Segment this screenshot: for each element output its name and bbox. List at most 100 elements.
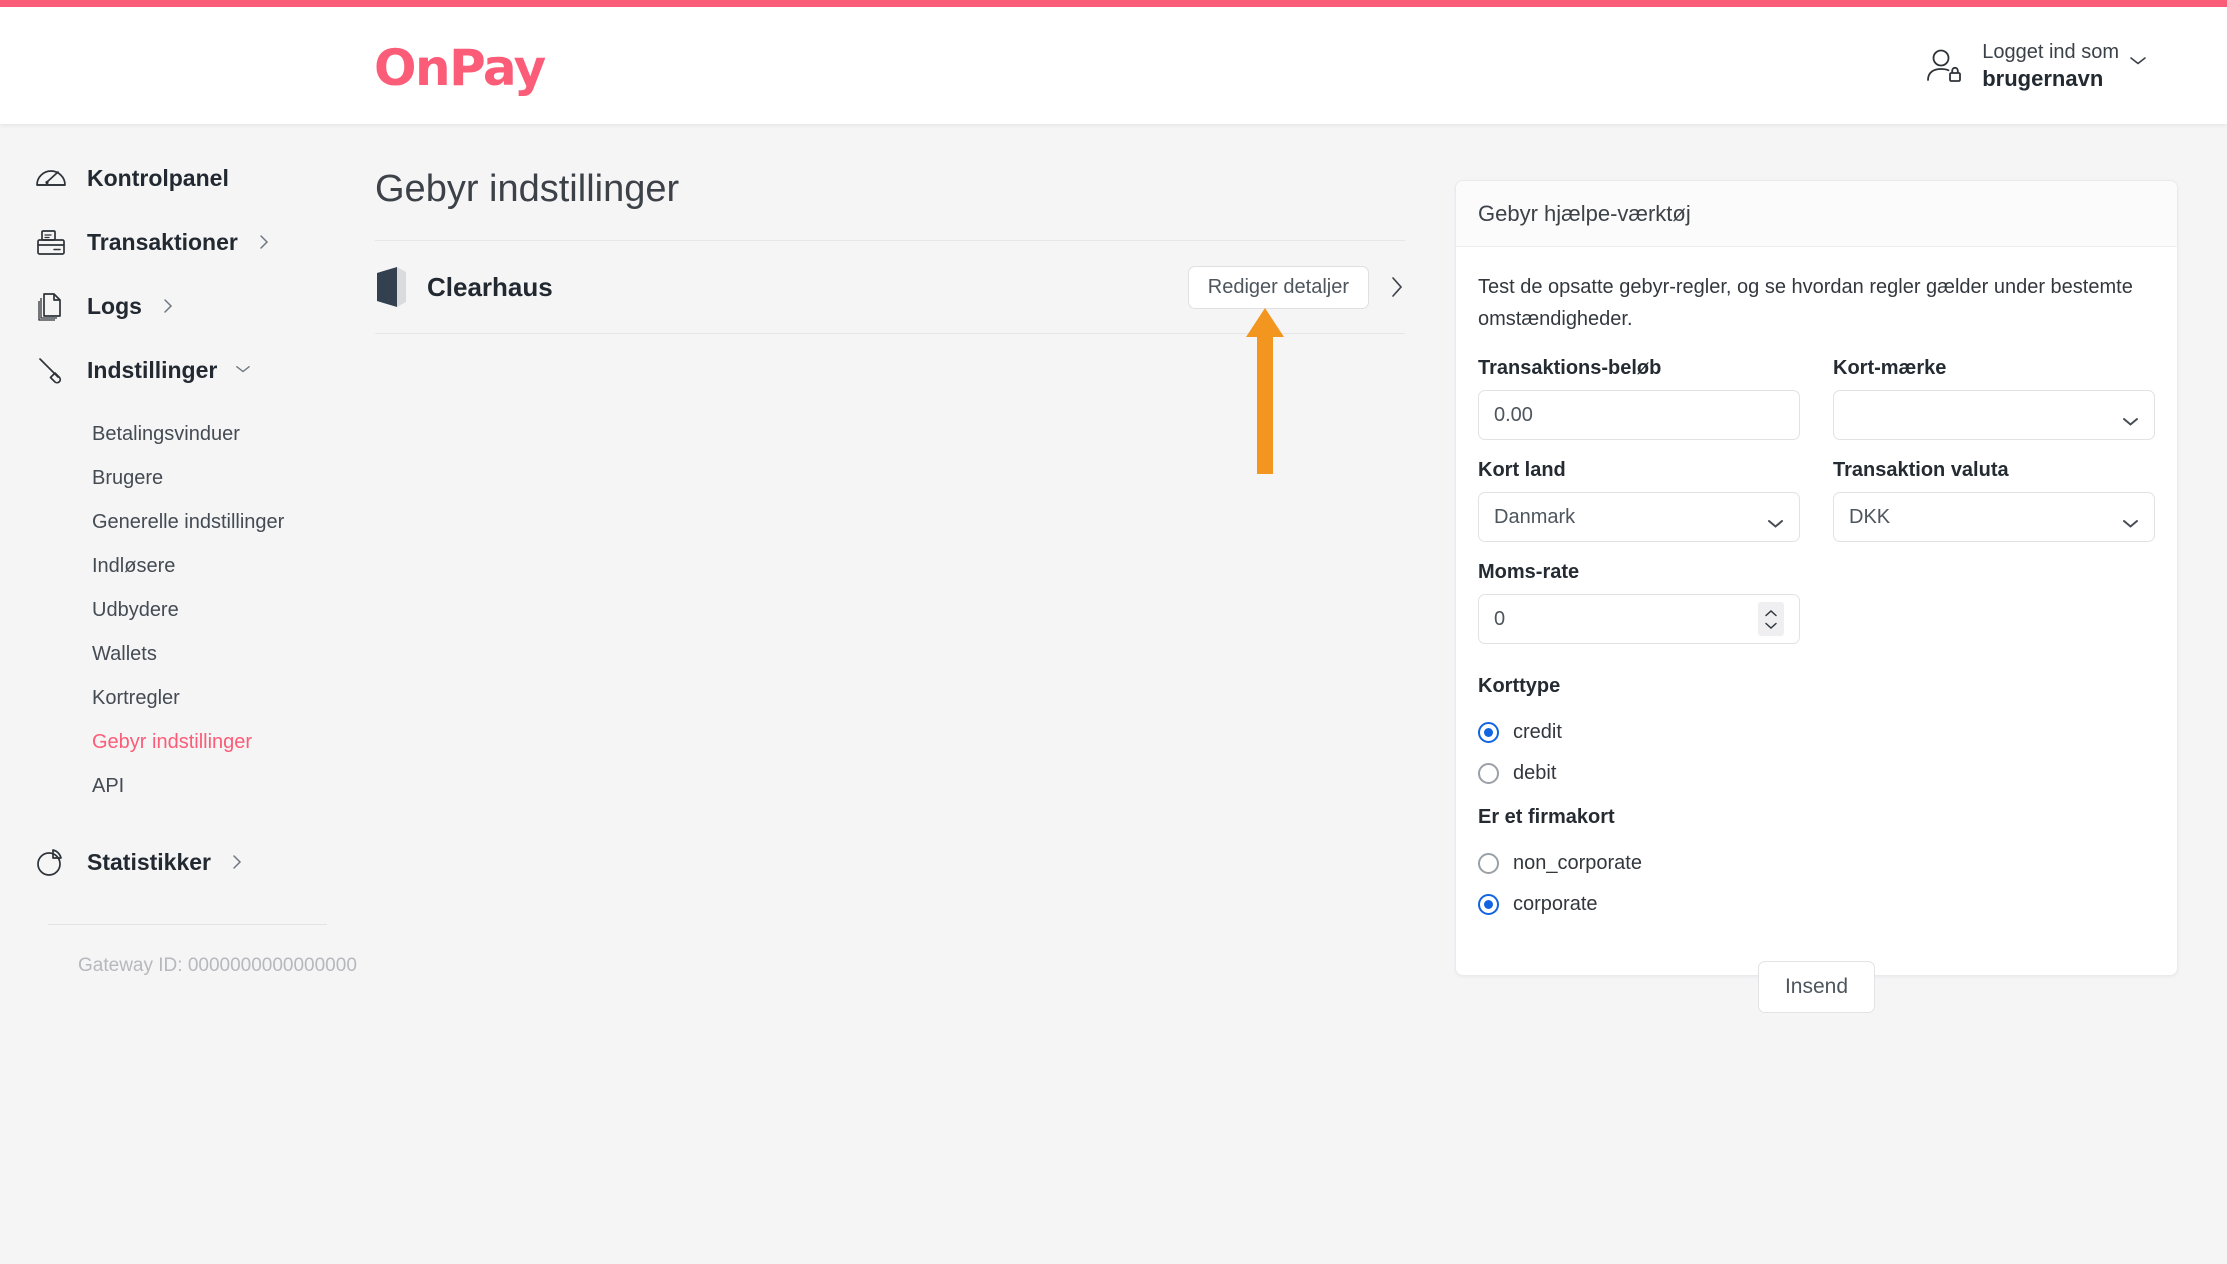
radio-label: debit — [1513, 762, 1557, 784]
sidebar-item-label: Indstillinger — [87, 356, 218, 383]
sidebar-item-label: Logs — [87, 292, 142, 319]
fee-helper-panel: Gebyr hjælpe-værktøj Test de opsatte geb… — [1455, 180, 2178, 1013]
account-username: brugernavn — [1982, 66, 2104, 91]
account-label-row: Logget ind som — [1982, 39, 2147, 65]
sidebar-item-logs[interactable]: Logs — [0, 274, 375, 338]
corporate-group-label: Er et firmakort — [1478, 806, 1615, 828]
vat-rate-value: 0 — [1494, 607, 1506, 630]
sidebar-item-betalingsvinduer[interactable]: Betalingsvinduer — [0, 412, 375, 456]
field-label: Kort land — [1478, 459, 1566, 481]
acquirer-name: Clearhaus — [427, 271, 553, 302]
field-kort-land: Kort land Danmark — [1478, 459, 1800, 542]
sidebar-sub-spacer — [0, 402, 375, 412]
sidebar-subitem-label: Brugere — [92, 466, 164, 489]
vat-rate-stepper[interactable]: 0 — [1478, 594, 1800, 644]
acquirer-divider — [375, 333, 1405, 334]
sidebar-subitem-label: Udbydere — [92, 598, 179, 621]
sidebar-item-kontrolpanel[interactable]: Kontrolpanel — [0, 146, 375, 210]
gauge-icon — [33, 160, 69, 196]
onpay-logo[interactable]: OnPay — [374, 39, 546, 97]
transaction-amount-input[interactable] — [1478, 390, 1800, 440]
panel-title: Gebyr hjælpe-værktøj — [1456, 181, 2177, 247]
submit-row: Insend — [1478, 961, 2155, 1013]
sidebar-subitem-label: Gebyr indstillinger — [92, 730, 253, 753]
account-menu[interactable]: Logget ind som brugernavn — [1924, 39, 2147, 94]
main-content: Gebyr indstillinger Clearhaus Rediger de… — [375, 124, 2227, 1264]
radio-corporate[interactable]: corporate — [1478, 884, 2155, 925]
sidebar-item-statistikker[interactable]: Statistikker — [0, 830, 375, 894]
chevron-down-icon — [1767, 512, 1784, 528]
chevron-down-icon[interactable] — [235, 361, 251, 379]
radio-label: credit — [1513, 721, 1562, 743]
sidebar-subitem-label: Wallets — [92, 642, 157, 665]
radio-credit[interactable]: credit — [1478, 712, 2155, 753]
radio-button-icon[interactable] — [1478, 894, 1499, 915]
account-label: Logget ind som — [1982, 41, 2119, 63]
sidebar-item-transaktioner[interactable]: Transaktioner — [0, 210, 375, 274]
chevron-down-icon — [2122, 512, 2139, 528]
submit-button[interactable]: Insend — [1757, 961, 1876, 1013]
card-country-value: Danmark — [1494, 505, 1576, 528]
documents-icon — [33, 288, 69, 324]
cash-register-icon — [33, 224, 69, 260]
sidebar-item-brugere[interactable]: Brugere — [0, 456, 375, 500]
account-text: Logget ind som brugernavn — [1982, 39, 2147, 94]
sidebar-item-udbydere[interactable]: Udbydere — [0, 588, 375, 632]
sidebar-top-spacer — [0, 124, 375, 146]
app-header: OnPay Logget ind som brugernavn — [0, 7, 2227, 124]
radio-button-icon[interactable] — [1478, 722, 1499, 743]
sidebar-item-kortregler[interactable]: Kortregler — [0, 676, 375, 720]
radio-button-icon[interactable] — [1478, 763, 1499, 784]
sidebar-subitem-label: Generelle indstillinger — [92, 510, 285, 533]
field-label: Transaktions-beløb — [1478, 357, 1662, 379]
sidebar-item-generelle-indstillinger[interactable]: Generelle indstillinger — [0, 500, 375, 544]
brand-accent-bar — [0, 0, 2227, 7]
chevron-right-icon[interactable] — [160, 297, 176, 315]
app-root: OnPay Logget ind som brugernavn Kontrolp… — [0, 0, 2227, 1264]
gateway-id: Gateway ID: 0000000000000000 — [78, 955, 357, 976]
acquirer-actions: Rediger detaljer — [1187, 265, 1405, 309]
page-title: Gebyr indstillinger — [375, 168, 680, 210]
sidebar-item-indloesere[interactable]: Indløsere — [0, 544, 375, 588]
radio-button-icon[interactable] — [1478, 853, 1499, 874]
field-transaktions-belob: Transaktions-beløb — [1478, 357, 1800, 440]
field-label: Transaktion valuta — [1833, 459, 2009, 481]
card-type-group-label: Korttype — [1478, 675, 1561, 697]
radio-debit[interactable]: debit — [1478, 753, 2155, 794]
card-country-select[interactable]: Danmark — [1478, 492, 1800, 542]
sidebar-item-label: Transaktioner — [87, 228, 238, 255]
clearhaus-logo-icon — [375, 265, 409, 309]
sidebar-item-indstillinger[interactable]: Indstillinger — [0, 338, 375, 402]
stepper-arrows-icon[interactable] — [1758, 602, 1784, 636]
user-lock-icon — [1924, 46, 1964, 86]
chevron-right-icon[interactable] — [229, 853, 245, 871]
sidebar-subitem-label: Kortregler — [92, 686, 180, 709]
sidebar-divider — [48, 924, 327, 925]
sidebar-subitem-label: API — [92, 774, 125, 797]
sidebar-item-api[interactable]: API — [0, 764, 375, 808]
pie-chart-icon — [33, 844, 69, 880]
chevron-right-icon[interactable] — [256, 233, 272, 251]
pen-icon — [33, 352, 69, 388]
field-kort-maerke: Kort-mærke — [1833, 357, 2155, 440]
sidebar: Kontrolpanel Transaktioner Logs Indstill… — [0, 124, 375, 1264]
acquirer-row: Clearhaus Rediger detaljer — [375, 241, 1405, 333]
edit-details-button[interactable]: Rediger detaljer — [1187, 265, 1369, 309]
grid-spacer — [1833, 561, 2155, 663]
chevron-right-icon[interactable] — [1389, 272, 1405, 302]
chevron-down-icon[interactable] — [2129, 47, 2147, 65]
sidebar-item-label: Kontrolpanel — [87, 164, 229, 191]
field-label: Moms-rate — [1478, 561, 1580, 583]
card-brand-select[interactable] — [1833, 390, 2155, 440]
field-transaktion-valuta: Transaktion valuta DKK — [1833, 459, 2155, 542]
sidebar-item-gebyr-indstillinger[interactable]: Gebyr indstillinger — [0, 720, 375, 764]
sidebar-subitem-label: Betalingsvinduer — [92, 422, 240, 445]
transaction-currency-value: DKK — [1849, 505, 1891, 528]
transaction-currency-select[interactable]: DKK — [1833, 492, 2155, 542]
radio-label: corporate — [1513, 893, 1598, 915]
panel-body: Test de opsatte gebyr-regler, og se hvor… — [1456, 247, 2177, 1013]
sidebar-item-wallets[interactable]: Wallets — [0, 632, 375, 676]
radio-non-corporate[interactable]: non_corporate — [1478, 843, 2155, 884]
chevron-down-icon — [2122, 410, 2139, 426]
panel-description: Test de opsatte gebyr-regler, og se hvor… — [1478, 276, 2133, 330]
